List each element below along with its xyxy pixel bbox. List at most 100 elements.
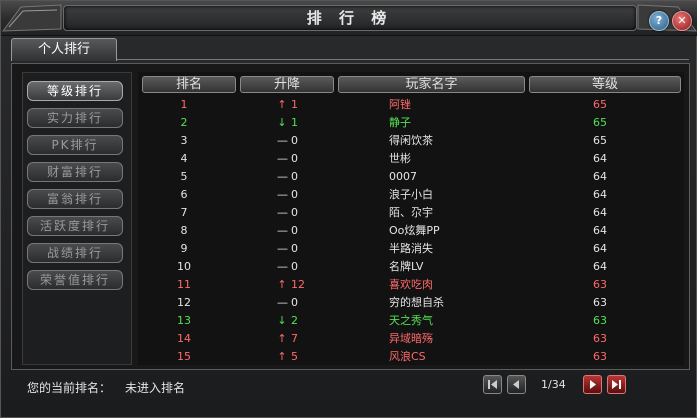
rank-change-arrow-icon: — xyxy=(277,296,288,309)
player-name-cell: 喜欢吃肉 xyxy=(389,278,433,291)
player-name-cell: 静子 xyxy=(389,116,411,129)
table-row[interactable]: 12 —0 穷的想自杀 63 xyxy=(141,293,681,312)
rank-change-arrow-icon: ↑ xyxy=(277,98,287,111)
rank-cell: 11 xyxy=(177,278,191,291)
last-page-icon xyxy=(612,380,621,389)
header-rank[interactable]: 排名 xyxy=(142,76,236,93)
rank-change-arrow-icon: — xyxy=(277,260,288,273)
rank-change-cell: 0 xyxy=(291,242,298,255)
rank-change-arrow-icon: — xyxy=(277,242,288,255)
level-cell: 64 xyxy=(593,170,607,183)
rank-cell: 4 xyxy=(180,152,188,165)
rank-change-arrow-icon: — xyxy=(277,152,288,165)
prev-page-icon xyxy=(513,380,519,389)
rank-cell: 3 xyxy=(180,134,188,147)
tab-personal-ranking[interactable]: 个人排行 xyxy=(11,38,117,61)
rank-change-cell: 0 xyxy=(291,170,298,183)
player-name-cell: 天之秀气 xyxy=(389,314,433,327)
rank-change-arrow-icon: ↑ xyxy=(277,332,287,345)
player-name-cell: 异域暗殇 xyxy=(389,332,433,345)
sidebar-item-honor[interactable]: 荣誉值排行 xyxy=(27,270,123,290)
level-cell: 65 xyxy=(593,134,607,147)
rank-change-arrow-icon: — xyxy=(277,134,288,147)
rank-cell: 1 xyxy=(180,98,188,111)
page-indicator: 1/34 xyxy=(541,378,566,391)
table-row[interactable]: 4 —0 世彬 64 xyxy=(141,149,681,168)
rank-cell: 14 xyxy=(177,332,191,345)
sidebar-item-pk[interactable]: PK排行 xyxy=(27,135,123,155)
rank-change-arrow-icon: ↓ xyxy=(277,314,287,327)
prev-page-button[interactable] xyxy=(507,375,526,394)
table-row[interactable]: 15 ↑ 5 风浪CS 63 xyxy=(141,347,681,366)
rank-cell: 5 xyxy=(180,170,188,183)
header-change[interactable]: 升降 xyxy=(240,76,334,93)
rank-change-arrow-icon: — xyxy=(277,206,288,219)
header-level[interactable]: 等级 xyxy=(529,76,681,93)
rank-cell: 2 xyxy=(180,116,188,129)
rank-change-cell: 0 xyxy=(291,152,298,165)
current-rank-value: 未进入排名 xyxy=(125,381,186,395)
table-row[interactable]: 7 —0 陌、尕宇 64 xyxy=(141,203,681,222)
rank-change-cell: 0 xyxy=(291,188,298,201)
rank-change-cell: 7 xyxy=(291,332,298,345)
rank-change-arrow-icon: ↑ xyxy=(277,278,287,291)
sidebar-item-wealth[interactable]: 财富排行 xyxy=(27,162,123,182)
player-name-cell: 0007 xyxy=(389,170,417,183)
table-row[interactable]: 6 —0 浪子小白 64 xyxy=(141,185,681,204)
level-cell: 64 xyxy=(593,242,607,255)
table-row[interactable]: 10 —0 名牌LV 64 xyxy=(141,257,681,276)
player-name-cell: 半路消失 xyxy=(389,242,433,255)
rank-cell: 10 xyxy=(177,260,191,273)
table-row[interactable]: 14 ↑ 7 异域暗殇 63 xyxy=(141,329,681,348)
level-cell: 63 xyxy=(593,296,607,309)
sidebar-item-tycoon[interactable]: 富翁排行 xyxy=(27,189,123,209)
rank-cell: 12 xyxy=(177,296,191,309)
rank-change-cell: 2 xyxy=(291,314,298,327)
sidebar-item-level[interactable]: 等级排行 xyxy=(27,81,123,101)
rank-cell: 7 xyxy=(180,206,188,219)
rank-change-cell: 12 xyxy=(291,278,305,291)
level-cell: 65 xyxy=(593,98,607,111)
rank-cell: 6 xyxy=(180,188,188,201)
rank-change-cell: 0 xyxy=(291,224,298,237)
sidebar-item-activity[interactable]: 活跃度排行 xyxy=(27,216,123,236)
player-name-cell: 陌、尕宇 xyxy=(389,206,433,219)
rank-change-arrow-icon: — xyxy=(277,170,288,183)
next-page-icon xyxy=(590,380,596,389)
last-page-button[interactable] xyxy=(607,375,626,394)
sidebar-item-strength[interactable]: 实力排行 xyxy=(27,108,123,128)
rank-change-arrow-icon: ↑ xyxy=(277,350,287,363)
header-player-name[interactable]: 玩家名字 xyxy=(338,76,525,93)
player-name-cell: 风浪CS xyxy=(389,350,426,363)
player-name-cell: 世彬 xyxy=(389,152,411,165)
window-title: 排 行 榜 xyxy=(306,9,393,27)
first-page-icon xyxy=(488,380,497,389)
rank-change-cell: 0 xyxy=(291,260,298,273)
title-bar[interactable]: 排 行 榜 ? ✕ xyxy=(1,1,697,36)
player-name-cell: 得闲饮茶 xyxy=(389,134,433,147)
rank-cell: 13 xyxy=(177,314,191,327)
level-cell: 64 xyxy=(593,152,607,165)
sidebar-item-battle-record[interactable]: 战绩排行 xyxy=(27,243,123,263)
level-cell: 64 xyxy=(593,206,607,219)
rank-change-arrow-icon: — xyxy=(277,188,288,201)
table-row[interactable]: 8 —0 Oo炫舞PP 64 xyxy=(141,221,681,240)
current-rank-label: 您的当前排名： xyxy=(27,381,112,395)
level-cell: 64 xyxy=(593,260,607,273)
close-button[interactable]: ✕ xyxy=(672,11,692,31)
level-cell: 64 xyxy=(593,188,607,201)
rank-change-arrow-icon: — xyxy=(277,224,288,237)
table-row[interactable]: 2 ↓ 1 静子 65 xyxy=(141,113,681,132)
table-row[interactable]: 13 ↓ 2 天之秀气 63 xyxy=(141,311,681,330)
table-row[interactable]: 1 ↑ 1 阿锉 65 xyxy=(141,95,681,114)
help-button[interactable]: ? xyxy=(649,11,669,31)
table-row[interactable]: 3 —0 得闲饮茶 65 xyxy=(141,131,681,150)
level-cell: 63 xyxy=(593,332,607,345)
table-row[interactable]: 9 —0 半路消失 64 xyxy=(141,239,681,258)
table-row[interactable]: 11 ↑ 12 喜欢吃肉 63 xyxy=(141,275,681,294)
first-page-button[interactable] xyxy=(483,375,502,394)
next-page-button[interactable] xyxy=(583,375,602,394)
table-row[interactable]: 5 —0 0007 64 xyxy=(141,167,681,186)
player-name-cell: 穷的想自杀 xyxy=(389,296,444,309)
rank-cell: 15 xyxy=(177,350,191,363)
